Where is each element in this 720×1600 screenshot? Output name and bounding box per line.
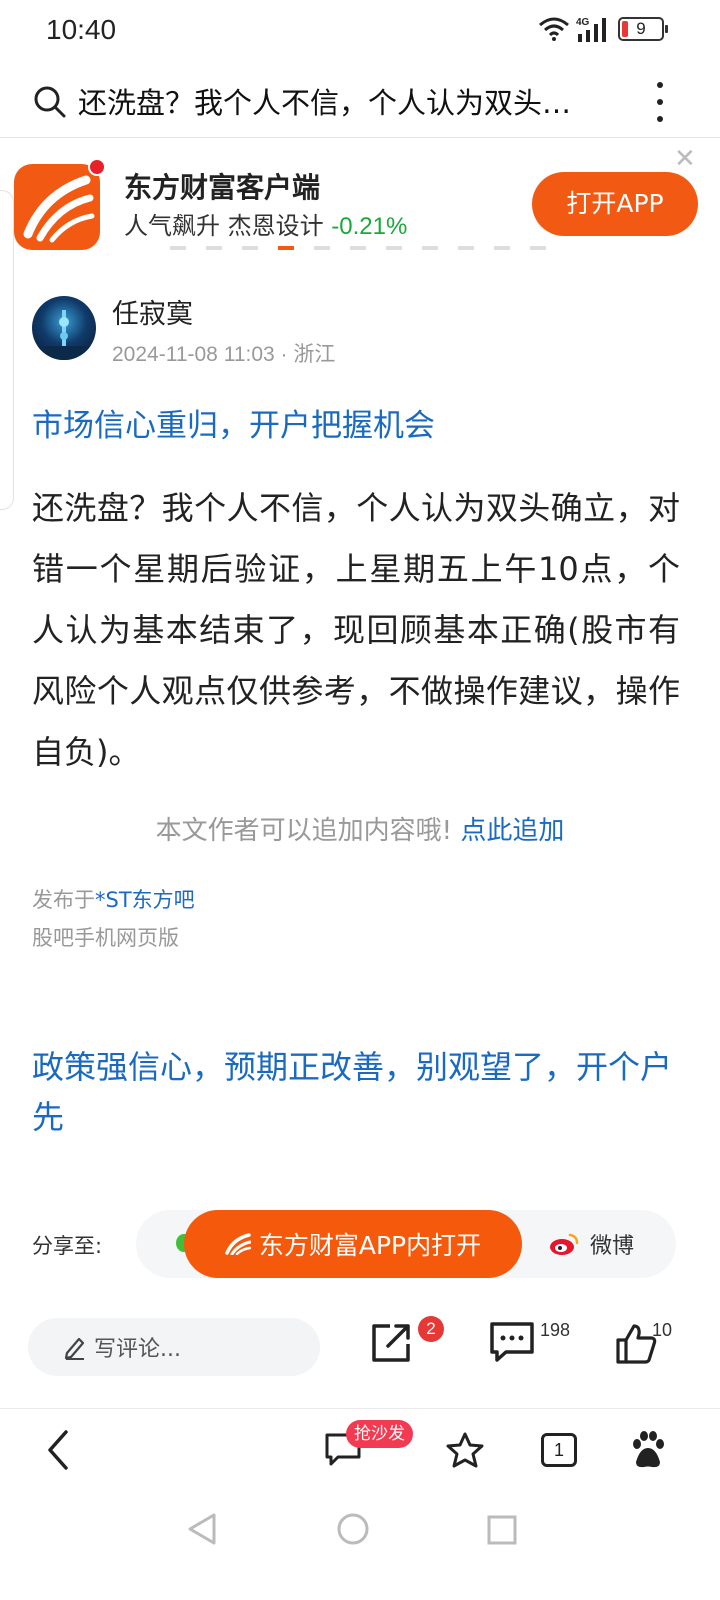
search-header[interactable]: 还洗盘？我个人不信，个人认为双头… xyxy=(0,64,720,138)
open-app-button[interactable]: 打开APP xyxy=(532,172,698,236)
app-banner[interactable]: 东方财富客户端 人气飙升 杰恩设计 -0.21% 打开APP ✕ xyxy=(0,140,720,265)
append-text: 本文作者可以追加内容哦! xyxy=(155,816,453,846)
forum-link[interactable]: *ST东方吧 xyxy=(95,888,195,912)
post-body: 还洗盘？我个人不信，个人认为双头确立，对错一个星期后验证，上星期五上午10点，个… xyxy=(32,489,680,771)
ad-link-headline[interactable]: 市场信心重归，开户把握机会 xyxy=(32,400,435,445)
weibo-icon xyxy=(550,1233,579,1255)
eastmoney-logo-icon xyxy=(225,1233,251,1255)
comment-input[interactable]: 写评论... xyxy=(28,1318,320,1376)
eastmoney-logo-icon xyxy=(23,175,95,243)
share-weibo[interactable]: 微博 xyxy=(548,1228,634,1260)
share-icon[interactable] xyxy=(368,1320,414,1366)
comment-count: 198 xyxy=(540,1320,571,1340)
open-in-app-button[interactable]: 东方财富APP内打开 xyxy=(184,1210,522,1278)
star-icon[interactable] xyxy=(445,1431,485,1469)
more-options-icon[interactable] xyxy=(652,82,668,122)
app-logo[interactable] xyxy=(14,158,106,250)
signal-icon: 4G xyxy=(576,17,606,42)
comment-placeholder: 写评论... xyxy=(94,1337,181,1362)
mobile-web-label: 股吧手机网页版 xyxy=(32,926,179,950)
avatar-image xyxy=(32,310,96,360)
comment-icon[interactable] xyxy=(488,1320,536,1364)
published-in-prefix: 发布于 xyxy=(32,888,95,912)
weibo-label: 微博 xyxy=(590,1234,635,1259)
published-in: 发布于*ST东方吧 xyxy=(32,884,195,914)
append-link[interactable]: 点此追加 xyxy=(460,816,564,846)
share-count-badge: 2 xyxy=(418,1316,444,1342)
status-icons: 4G 9 xyxy=(538,16,668,42)
share-label: 分享至: xyxy=(32,1234,103,1258)
page-title[interactable]: 还洗盘？我个人不信，个人认为双头… xyxy=(78,80,638,122)
close-icon[interactable]: ✕ xyxy=(674,144,696,174)
app-name: 东方财富客户端 xyxy=(124,171,321,204)
nav-back-icon[interactable] xyxy=(186,1512,218,1546)
back-icon[interactable] xyxy=(44,1430,72,1470)
baidu-paw-icon[interactable] xyxy=(628,1430,668,1470)
nav-recents-icon[interactable] xyxy=(486,1514,518,1546)
ticker-change: -0.21% xyxy=(331,213,408,240)
tabs-count-icon[interactable]: 1 xyxy=(541,1433,577,1467)
status-bar: 10:40 4G 9 xyxy=(0,0,720,64)
carousel-indicator xyxy=(170,246,546,250)
pencil-icon xyxy=(64,1337,85,1360)
search-icon[interactable] xyxy=(32,84,68,120)
battery-indicator: 9 xyxy=(618,17,668,41)
nav-home-icon[interactable] xyxy=(336,1512,370,1546)
avatar[interactable] xyxy=(32,296,96,360)
append-prompt: 本文作者可以追加内容哦! 点此追加 xyxy=(0,810,720,847)
first-comment-badge[interactable]: 抢沙发 xyxy=(346,1420,413,1448)
notification-dot xyxy=(88,158,106,176)
network-type: 4G xyxy=(576,17,590,28)
post-meta: 2024-11-08 11:03 · 浙江 xyxy=(112,343,336,366)
open-in-app-label: 东方财富APP内打开 xyxy=(258,1231,482,1260)
like-count: 10 xyxy=(652,1320,673,1340)
hot-ticker[interactable]: 人气飙升 杰恩设计 -0.21% xyxy=(124,206,407,241)
author-name[interactable]: 任寂寞 xyxy=(112,292,193,331)
ticker-name: 人气飙升 杰恩设计 xyxy=(124,212,324,240)
system-nav-bar xyxy=(0,1500,720,1600)
status-time: 10:40 xyxy=(46,14,117,45)
promo-headline[interactable]: 政策强信心，预期正改善，别观望了，开个户先 xyxy=(32,1042,688,1142)
wifi-icon xyxy=(539,17,569,41)
